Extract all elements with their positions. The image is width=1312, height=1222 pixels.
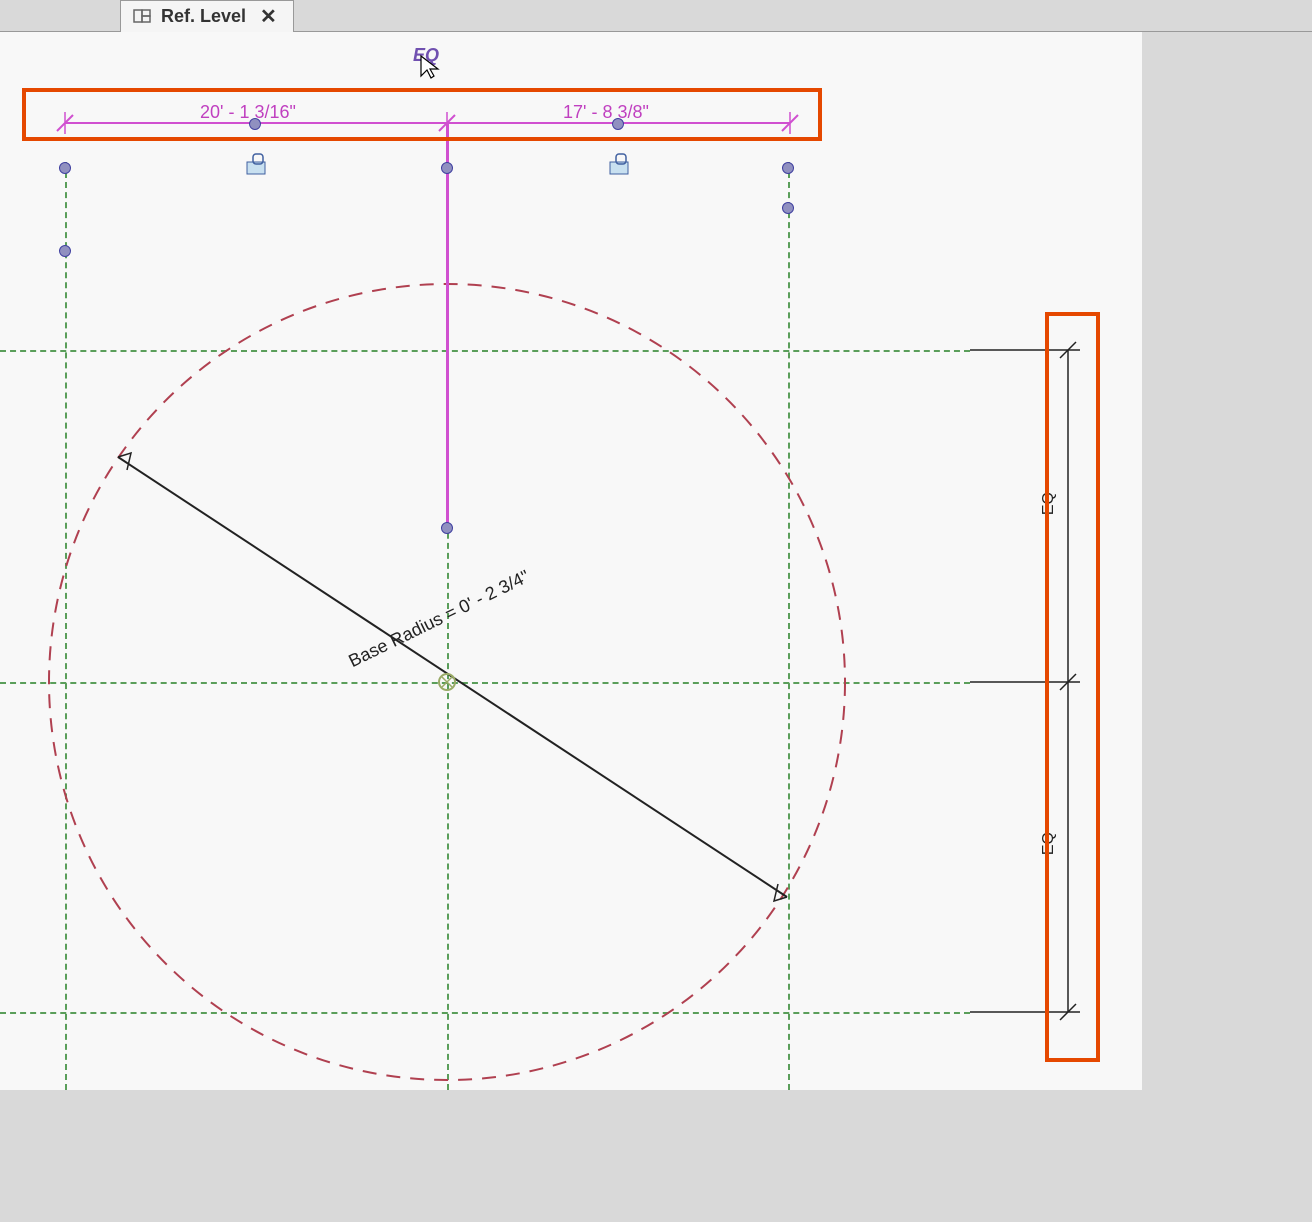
annotation-highlight-top <box>22 88 822 141</box>
drag-handle[interactable] <box>441 162 453 174</box>
drag-handle[interactable] <box>441 522 453 534</box>
ref-plane-horizontal[interactable] <box>0 682 970 684</box>
tab-label: Ref. Level <box>161 6 246 27</box>
annotation-highlight-right <box>1045 312 1100 1062</box>
tab-ref-level[interactable]: Ref. Level ✕ <box>120 0 294 32</box>
eq-toggle[interactable]: EQ <box>413 45 439 66</box>
drag-handle[interactable] <box>59 245 71 257</box>
lock-icon[interactable] <box>243 152 273 176</box>
radius-parameter-label[interactable]: Base Radius = 0' - 2 3/4" <box>345 566 533 672</box>
tab-close-button[interactable]: ✕ <box>256 4 281 29</box>
ref-plane-horizontal[interactable] <box>0 1012 970 1014</box>
selected-ref-plane[interactable] <box>446 123 449 528</box>
lock-icon[interactable] <box>606 152 636 176</box>
tab-bar: Ref. Level ✕ <box>0 0 1312 32</box>
drag-handle[interactable] <box>59 162 71 174</box>
drawing-overlay <box>0 32 1142 1090</box>
drag-handle[interactable] <box>782 202 794 214</box>
drag-handle[interactable] <box>782 162 794 174</box>
drawing-canvas[interactable]: 20' - 1 3/16" 17' - 8 3/8" EQ EQ EQ Base… <box>0 32 1142 1090</box>
view-icon <box>133 7 151 25</box>
ref-plane-horizontal[interactable] <box>0 350 970 352</box>
ref-plane-vertical[interactable] <box>788 162 790 1090</box>
ref-plane-vertical[interactable] <box>65 162 67 1090</box>
